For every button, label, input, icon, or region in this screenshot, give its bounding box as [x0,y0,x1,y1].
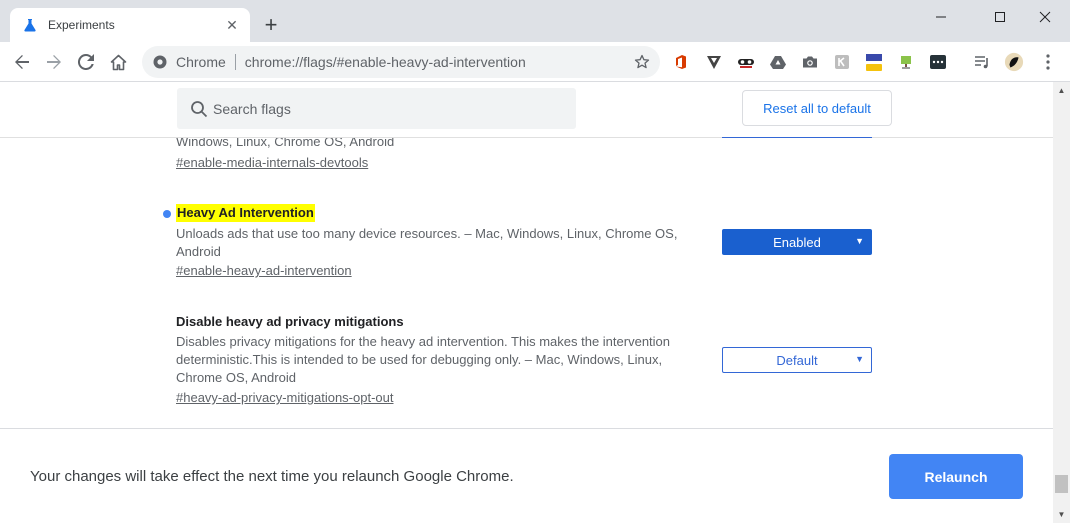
relaunch-message: Your changes will take effect the next t… [30,468,514,485]
flag-desc-heavy-ad-line2: Android [176,244,221,259]
minimize-icon[interactable] [918,5,964,29]
privacy-mitigations-select[interactable]: Default ▼ [722,347,872,373]
home-icon[interactable] [104,48,132,76]
kebab-menu-icon[interactable] [1038,52,1058,72]
badge-extension-icon[interactable] [864,52,884,72]
search-icon [188,98,210,120]
tree-extension-icon[interactable] [896,52,916,72]
forward-arrow-icon[interactable] [40,48,68,76]
flag-desc-privacy-mitigations: Disables privacy mitigations for the hea… [176,334,671,349]
caret-down-icon: ▼ [855,236,864,246]
incognito-extension-icon[interactable] [736,52,756,72]
chrome-info-icon[interactable] [152,54,168,70]
close-tab-icon[interactable]: ✕ [222,15,242,35]
scroll-up-icon[interactable]: ▲ [1053,82,1070,99]
maximize-icon[interactable] [977,5,1023,29]
flags-page: Windows, Linux, Chrome OS, Android #enab… [0,82,1053,523]
flag-title-privacy-mitigations: Disable heavy ad privacy mitigations [176,314,404,329]
office-extension-icon[interactable] [671,52,691,72]
flag-desc-privacy-mitigations-line3: Chrome OS, Android [176,370,296,385]
heavy-ad-select[interactable]: Enabled ▼ [722,229,872,255]
prev-flag-link[interactable]: #enable-media-internals-devtools [176,154,368,172]
partial-select-edge [722,136,872,138]
window-close-icon[interactable] [1022,5,1068,29]
flag-title-heavy-ad: Heavy Ad Intervention [176,204,315,222]
address-bar[interactable]: Chrome chrome://flags/#enable-heavy-ad-i… [142,46,660,78]
back-arrow-icon[interactable] [8,48,36,76]
relaunch-footer: Your changes will take effect the next t… [0,428,1053,523]
new-tab-button[interactable]: + [260,14,282,36]
omnibox-separator [234,54,236,70]
flag-link-privacy-mitigations[interactable]: #heavy-ad-privacy-mitigations-opt-out [176,389,393,407]
search-box[interactable] [177,88,576,129]
vpn-extension-icon[interactable] [704,52,724,72]
scroll-thumb[interactable] [1055,475,1068,493]
drive-extension-icon[interactable] [768,52,788,72]
avatar[interactable] [1004,52,1024,72]
scroll-down-icon[interactable]: ▼ [1053,506,1070,523]
flags-header: Reset all to default [0,82,1053,138]
flag-desc-heavy-ad: Unloads ads that use too many device res… [176,226,678,241]
k-extension-icon[interactable] [832,52,852,72]
star-icon[interactable] [630,50,654,74]
select-value: Enabled [773,234,821,250]
select-value: Default [776,352,818,368]
reset-all-button[interactable]: Reset all to default [742,90,892,126]
modified-indicator [163,210,171,218]
flask-icon [22,17,38,33]
flag-desc-privacy-mitigations-line2: deterministic.This is intended to be use… [176,352,663,367]
flag-link-heavy-ad[interactable]: #enable-heavy-ad-intervention [176,262,352,280]
page-scrollbar[interactable]: ▲ ▼ [1053,82,1070,523]
tab-title: Experiments [48,18,115,32]
reload-icon[interactable] [72,48,100,76]
relaunch-button[interactable]: Relaunch [889,454,1023,499]
site-label: Chrome [176,54,226,70]
media-queue-icon[interactable] [972,52,992,72]
caret-down-icon: ▼ [855,354,864,364]
camera-extension-icon[interactable] [800,52,820,72]
url-text[interactable]: chrome://flags/#enable-heavy-ad-interven… [245,54,630,70]
password-extension-icon[interactable] [928,52,948,72]
search-input[interactable] [213,93,553,124]
tab-strip: Experiments ✕ + [0,0,1070,42]
browser-toolbar: Chrome chrome://flags/#enable-heavy-ad-i… [0,42,1070,82]
tab-experiments[interactable]: Experiments ✕ [10,8,250,42]
